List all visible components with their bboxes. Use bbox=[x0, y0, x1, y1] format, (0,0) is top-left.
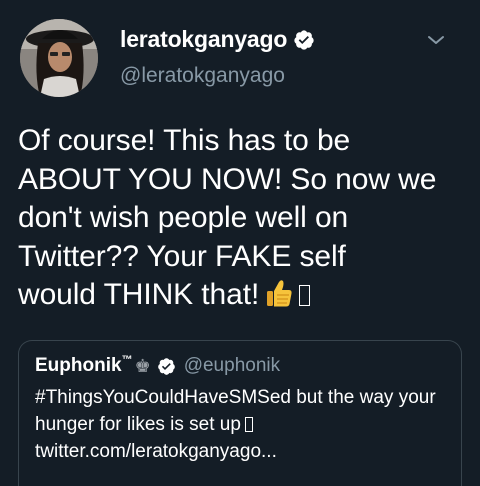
quoted-tweet-header: Euphonik ™ ♚ @euphonik bbox=[35, 354, 281, 377]
quoted-tweet-link[interactable]: twitter.com/leratokganyago... bbox=[35, 441, 277, 462]
display-name-text: leratokganyago bbox=[120, 26, 288, 52]
quoted-tweet-text: #ThingsYouCouldHaveSMSed but the way you… bbox=[35, 384, 455, 465]
quoted-display-name: Euphonik bbox=[35, 355, 122, 376]
trademark-symbol: ™ bbox=[121, 354, 133, 366]
author-handle[interactable]: @leratokganyago bbox=[120, 64, 285, 88]
profile-photo-icon bbox=[20, 19, 98, 97]
verified-badge-icon bbox=[157, 357, 175, 375]
avatar[interactable] bbox=[20, 19, 98, 97]
tweet-body: Of course! This has to be ABOUT YOU NOW!… bbox=[18, 124, 437, 311]
author-name[interactable]: leratokganyago bbox=[120, 26, 315, 53]
quoted-handle: @euphonik bbox=[183, 355, 281, 376]
verified-badge-icon bbox=[294, 29, 314, 50]
quoted-tweet-body: #ThingsYouCouldHaveSMSed but the way you… bbox=[35, 387, 436, 435]
missing-glyph-icon bbox=[244, 417, 253, 432]
quoted-tweet-card[interactable]: Euphonik ™ ♚ @euphonik #ThingsYouCouldHa… bbox=[18, 340, 462, 486]
missing-glyph-icon bbox=[299, 285, 311, 306]
chess-king-icon: ♚ bbox=[134, 355, 151, 376]
thumbs-up-emoji bbox=[265, 278, 293, 319]
thumbs-up-icon bbox=[267, 280, 292, 307]
tweet-text: Of course! This has to be ABOUT YOU NOW!… bbox=[18, 122, 473, 319]
chevron-down-icon[interactable] bbox=[426, 30, 446, 50]
